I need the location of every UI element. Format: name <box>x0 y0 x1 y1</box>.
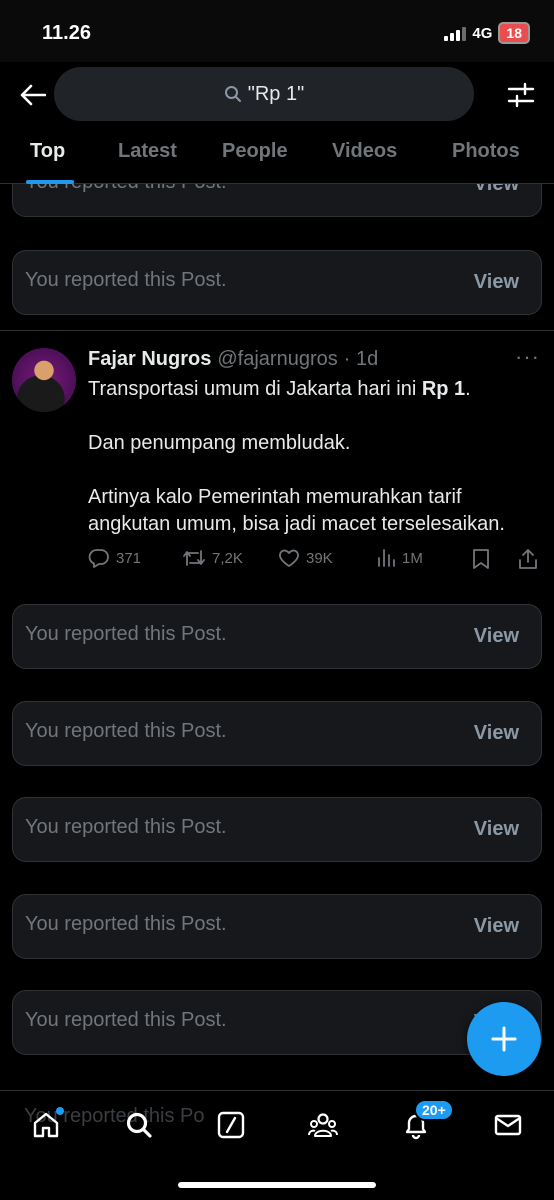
post-text-para2: Dan penumpang membludak. <box>88 432 351 454</box>
reply-icon <box>88 549 109 568</box>
search-query: "Rp 1" <box>247 82 305 105</box>
search-results-feed: You reported this Post. View You reporte… <box>0 184 554 1090</box>
reported-post-text: You reported this Post. <box>25 913 227 935</box>
notifications-badge: 20+ <box>414 1099 454 1121</box>
status-indicators: 4G 18 <box>444 22 530 44</box>
reported-post-card: You reported this Post. View <box>12 797 542 862</box>
view-post-button[interactable]: View <box>474 625 519 648</box>
reported-post-card: You reported this Post. View <box>12 894 542 959</box>
network-label: 4G <box>472 24 493 42</box>
divider <box>0 330 554 331</box>
post-text-highlight: Rp 1 <box>421 378 466 400</box>
like-button[interactable]: 39K <box>278 548 333 568</box>
heart-icon <box>279 549 299 567</box>
share-button[interactable] <box>518 548 538 570</box>
nav-messages[interactable] <box>488 1105 528 1145</box>
reply-button[interactable]: 371 <box>88 548 141 568</box>
search-icon <box>224 86 241 102</box>
view-post-button[interactable]: View <box>474 271 519 294</box>
more-options-icon[interactable]: ··· <box>515 344 540 370</box>
search-header: "Rp 1" <box>0 62 554 126</box>
bookmark-icon <box>473 549 489 569</box>
tab-photos[interactable]: Photos <box>452 140 520 163</box>
home-unread-dot <box>56 1107 64 1115</box>
reported-post-text: You reported this Post. <box>25 1009 227 1031</box>
status-time: 11.26 <box>42 22 91 44</box>
home-indicator <box>178 1182 376 1188</box>
share-icon <box>519 549 537 569</box>
tab-latest[interactable]: Latest <box>118 140 177 163</box>
reply-count: 371 <box>116 549 142 567</box>
mail-icon <box>494 1114 522 1136</box>
tab-videos[interactable]: Videos <box>332 140 397 163</box>
signal-icon <box>444 25 467 41</box>
analytics-icon <box>378 549 395 567</box>
post-text-period: . <box>465 378 471 400</box>
post-actions: 371 7,2K 39K 1M <box>88 548 540 572</box>
avatar[interactable] <box>12 348 76 412</box>
reported-post-card: You reported this Post. View <box>12 184 542 217</box>
post-header: Fajar Nugros @fajarnugros · 1d <box>88 348 378 371</box>
grok-icon <box>217 1111 245 1139</box>
post-text: Transportasi umum di Jakarta hari ini Rp… <box>88 376 543 538</box>
status-bar: 11.26 4G 18 <box>0 0 554 62</box>
reported-post-text: You reported this Post. <box>25 816 227 838</box>
nav-grok[interactable] <box>211 1105 251 1145</box>
post-text-line1: Transportasi umum di Jakarta hari ini <box>88 378 422 400</box>
back-button[interactable] <box>16 78 50 112</box>
home-icon <box>33 1112 59 1138</box>
search-icon <box>126 1112 152 1138</box>
sliders-icon <box>507 82 535 108</box>
post-author-name[interactable]: Fajar Nugros <box>88 348 211 371</box>
repost-icon <box>183 550 205 566</box>
nav-communities[interactable] <box>303 1105 343 1145</box>
like-count: 39K <box>306 549 333 567</box>
arrow-left-icon <box>20 84 46 106</box>
reported-post-text: You reported this Post. <box>25 269 227 291</box>
nav-notifications[interactable]: 20+ <box>396 1099 454 1145</box>
repost-count: 7,2K <box>212 549 243 567</box>
reported-post-text: You reported this Post. <box>25 720 227 742</box>
reported-post-card: You reported this Post. View <box>12 604 542 669</box>
post-text-para3: Artinya kalo Pemerintah memurahkan tarif… <box>88 486 505 535</box>
people-icon <box>308 1113 338 1137</box>
view-post-button[interactable]: View <box>474 915 519 938</box>
reported-post-text: You reported this Post. <box>25 623 227 645</box>
nav-home[interactable] <box>26 1105 66 1145</box>
reported-post-text: You reported this Post. <box>25 184 227 194</box>
post-article[interactable]: Fajar Nugros @fajarnugros · 1d ··· Trans… <box>0 332 554 584</box>
reported-post-card: You reported this Post. View <box>12 990 542 1055</box>
bookmark-button[interactable] <box>472 548 490 570</box>
view-post-button[interactable]: View <box>474 184 519 196</box>
views-button[interactable]: 1M <box>376 548 423 568</box>
post-author-handle[interactable]: @fajarnugros <box>217 348 337 371</box>
search-tabs: Top Latest People Videos Photos <box>0 126 554 184</box>
post-time: · 1d <box>343 348 379 370</box>
compose-post-button[interactable] <box>467 1002 541 1076</box>
repost-button[interactable]: 7,2K <box>182 548 243 568</box>
battery-badge: 18 <box>498 22 530 44</box>
tab-people[interactable]: People <box>222 140 288 163</box>
view-post-button[interactable]: View <box>474 722 519 745</box>
reported-post-card: You reported this Post. View <box>12 701 542 766</box>
bottom-navigation: You reported this Po 20+ <box>0 1090 554 1200</box>
tab-top[interactable]: Top <box>30 140 65 163</box>
search-settings-button[interactable] <box>504 78 538 112</box>
view-post-button[interactable]: View <box>474 818 519 841</box>
search-input[interactable]: "Rp 1" <box>54 67 474 121</box>
plus-icon <box>491 1026 517 1052</box>
reported-post-card: You reported this Post. View <box>12 250 542 315</box>
view-count: 1M <box>402 549 423 567</box>
nav-explore[interactable] <box>119 1105 159 1145</box>
